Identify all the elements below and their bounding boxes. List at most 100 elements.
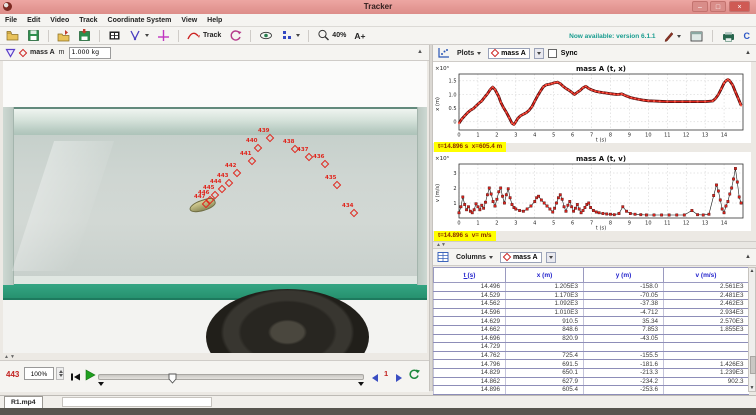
table-row[interactable]: 14.896605.4-253.6 <box>434 386 749 395</box>
reset-button[interactable] <box>70 369 81 387</box>
columns-button-label: Columns <box>456 254 486 261</box>
close-button[interactable]: × <box>729 1 750 12</box>
menu-coordinate-system[interactable]: Coordinate System <box>108 17 172 24</box>
clip-settings-button[interactable] <box>106 28 123 43</box>
table-cell: 14.496 <box>434 283 506 292</box>
table-row[interactable]: 14.829650.1-213.31.239E3 <box>434 368 749 377</box>
step-size-label[interactable]: 1 <box>384 369 388 378</box>
printer-icon <box>722 31 735 42</box>
slider-thumb[interactable] <box>168 371 177 389</box>
track-curve-icon <box>187 29 201 42</box>
plot-v-vs-t[interactable]: 01234567891011121314123t (s) ×10³ mass A… <box>433 152 751 231</box>
track-menu-icon[interactable] <box>5 48 16 58</box>
table-row[interactable]: 14.4961.205E3-158.02.561E3 <box>434 283 749 292</box>
autotracker-icon <box>229 29 242 42</box>
export-button[interactable] <box>76 28 93 43</box>
svg-text:14: 14 <box>721 221 727 227</box>
video-frame[interactable]: 4344354364374384394404414424434444454464… <box>3 61 427 353</box>
collapse-plots-arrow[interactable]: ▲ <box>745 50 751 56</box>
mass-value-input[interactable] <box>69 47 111 59</box>
table-cell: 1.205E3 <box>506 283 584 292</box>
desktop-button[interactable] <box>688 30 705 43</box>
autotracker-button[interactable] <box>227 28 244 43</box>
table-row[interactable]: 14.729 <box>434 343 749 352</box>
table-row[interactable]: 14.696820.9-43.05 <box>434 334 749 343</box>
table-row[interactable]: 14.796691.5-181.61.426E3 <box>434 360 749 369</box>
svg-text:10: 10 <box>645 221 651 227</box>
table-scrollbar[interactable]: ▲ ▼ <box>748 267 756 392</box>
memory-refresh-button[interactable]: C <box>742 30 753 42</box>
table-cell: 820.9 <box>506 334 584 343</box>
font-size-button[interactable]: A+ <box>352 30 367 42</box>
new-track-button[interactable]: Track <box>185 28 223 43</box>
table-row[interactable]: 14.629910.535.342.570E3 <box>434 317 749 326</box>
plot-track-dropdown[interactable] <box>534 48 544 59</box>
table-row[interactable]: 14.5961.010E3-4.7122.934E3 <box>434 308 749 317</box>
plot-track-select[interactable]: mass A <box>488 48 530 59</box>
step-back-button[interactable] <box>370 370 380 388</box>
horizontal-splitter[interactable]: ▲▼ <box>433 241 756 249</box>
column-header-vms[interactable]: v (m/s) <box>664 268 749 283</box>
zoom-button[interactable]: 40% <box>315 28 348 43</box>
menu-view[interactable]: View <box>181 17 197 24</box>
spin-up-icon <box>59 370 63 373</box>
loop-button[interactable] <box>408 367 420 385</box>
step-forward-button[interactable] <box>394 370 404 388</box>
scrollbar-thumb[interactable] <box>750 356 756 374</box>
column-header-ts[interactable]: t (s) <box>434 268 506 283</box>
open-button[interactable] <box>4 28 21 43</box>
tracker-window: Tracker – □ × File Edit Video Track Coordina… <box>0 0 756 415</box>
column-header-xm[interactable]: x (m) <box>506 268 584 283</box>
columns-menu-button[interactable]: Columns <box>453 253 496 262</box>
pencil-drawing-button[interactable] <box>661 29 683 43</box>
plots-menu-button[interactable]: Plots <box>454 49 484 58</box>
table-row[interactable]: 14.762725.4-155.5 <box>434 351 749 360</box>
svg-text:3: 3 <box>514 133 517 139</box>
clip-start-marker[interactable] <box>98 382 104 386</box>
table-panel-header: Columns mass A ▲ <box>433 249 756 266</box>
title-bar[interactable]: Tracker – □ × <box>0 0 756 15</box>
scroll-up-icon[interactable]: ▲ <box>749 268 755 274</box>
menu-edit[interactable]: Edit <box>27 17 40 24</box>
video-zoom-value[interactable]: 100% <box>24 367 54 380</box>
menu-track[interactable]: Track <box>79 17 97 24</box>
print-button[interactable] <box>720 30 737 43</box>
frame-slider[interactable] <box>98 374 364 380</box>
scroll-down-icon[interactable]: ▼ <box>749 385 755 391</box>
table-cell: 14.896 <box>434 386 506 395</box>
column-header-ym[interactable]: y (m) <box>584 268 664 283</box>
menu-video[interactable]: Video <box>50 17 69 24</box>
zoom-spinner-buttons[interactable] <box>56 367 64 380</box>
maximize-button[interactable]: □ <box>710 1 726 12</box>
axes-button[interactable] <box>155 28 172 43</box>
update-notice[interactable]: Now available: version 6.1.1 <box>569 33 655 40</box>
dropdown-caret-icon <box>145 34 149 37</box>
plot-x-vs-t[interactable]: 0123456789101112131400.51.01.5t (s) ×10³… <box>433 62 751 143</box>
menu-help[interactable]: Help <box>207 17 222 24</box>
table-row[interactable]: 14.862627.9-234.2902.3 <box>434 377 749 386</box>
table-track-dropdown[interactable] <box>546 252 556 263</box>
import-button[interactable] <box>55 28 72 43</box>
calibration-tools-button[interactable] <box>127 28 151 43</box>
collapse-table-arrow[interactable]: ▲ <box>745 254 751 260</box>
step-forward-icon <box>394 373 404 383</box>
clip-end-marker[interactable] <box>358 382 364 386</box>
table-cell: -253.6 <box>584 386 664 395</box>
table-row[interactable]: 14.5621.092E3-37.382.462E3 <box>434 300 749 309</box>
table-row[interactable]: 14.662848.67.8531.855E3 <box>434 325 749 334</box>
play-button[interactable] <box>84 368 96 386</box>
data-table[interactable]: t (s)x (m)y (m)v (m/s) 14.4961.205E3-158… <box>433 267 749 395</box>
current-frame-number: 443 <box>6 370 19 379</box>
minimize-button[interactable]: – <box>692 1 708 12</box>
table-track-select[interactable]: mass A <box>500 252 542 263</box>
collapse-trackbar-arrow[interactable]: ▲ <box>417 49 423 55</box>
menu-file[interactable]: File <box>5 17 17 24</box>
table-row[interactable]: 14.5291.170E3-70.052.481E3 <box>434 291 749 300</box>
track-name-label[interactable]: mass A <box>30 49 55 56</box>
svg-text:2: 2 <box>453 186 456 192</box>
visibility-button[interactable] <box>257 28 275 43</box>
save-button[interactable] <box>25 28 42 43</box>
sync-checkbox[interactable] <box>548 49 557 58</box>
table-cell <box>664 386 749 395</box>
world-view-button[interactable] <box>279 28 302 43</box>
